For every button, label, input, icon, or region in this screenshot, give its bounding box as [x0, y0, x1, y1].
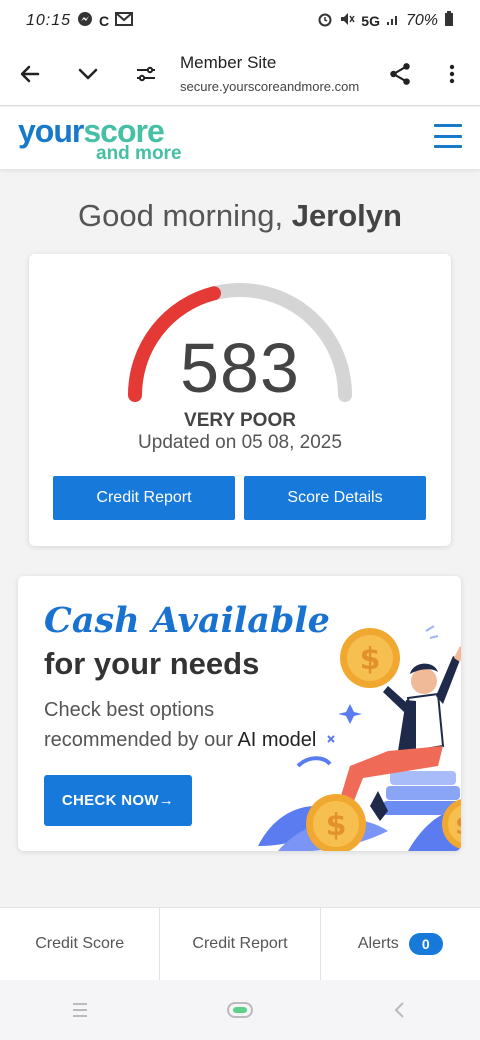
logo-text-your: your	[18, 113, 84, 149]
home-button[interactable]	[210, 990, 270, 1030]
greeting-prefix: Good morning,	[78, 198, 284, 233]
messenger-icon	[77, 11, 93, 32]
back-nav-button[interactable]	[370, 990, 430, 1030]
greeting: Good morning, Jerolyn	[0, 198, 480, 234]
system-navigation-bar	[0, 980, 480, 1040]
page-title-block[interactable]: Member Site secure.yourscoreandmore.com	[180, 53, 378, 94]
back-button[interactable]	[8, 52, 52, 96]
browser-title: Member Site	[180, 53, 277, 72]
collapse-button[interactable]	[66, 52, 110, 96]
recent-apps-button[interactable]	[50, 990, 110, 1030]
browser-toolbar: Member Site secure.yourscoreandmore.com	[0, 42, 480, 106]
signal-icon	[386, 12, 400, 31]
battery-icon	[444, 10, 454, 32]
score-details-button[interactable]: Score Details	[244, 476, 426, 520]
tab-label: Credit Score	[35, 935, 125, 952]
recent-apps-icon	[73, 1003, 87, 1017]
check-now-button[interactable]: CHECK NOW→	[44, 775, 192, 826]
battery-percent: 70%	[405, 12, 438, 29]
svg-text:$: $	[360, 642, 381, 677]
mute-icon	[339, 11, 355, 32]
home-pill-icon	[227, 1002, 253, 1018]
menu-icon[interactable]	[434, 124, 462, 148]
tab-credit-report[interactable]: Credit Report	[160, 908, 321, 980]
promo-line-1: Check best options	[44, 699, 215, 721]
tab-label: Credit Report	[192, 935, 288, 952]
promo-subhead: for your needs	[44, 646, 260, 681]
money-illustration: $ $ $	[258, 625, 461, 851]
browser-url: secure.yourscoreandmore.com	[180, 79, 360, 94]
score-updated-date: Updated on 05 08, 2025	[138, 432, 342, 453]
tab-alerts[interactable]: Alerts 0	[321, 908, 480, 980]
user-name: Jerolyn	[291, 198, 402, 233]
score-card: 583 VERY POOR Updated on 05 08, 2025 Cre…	[29, 254, 451, 546]
tune-icon	[137, 66, 155, 81]
bottom-tab-bar: Credit Score Credit Report Alerts 0	[0, 907, 480, 980]
more-options-button[interactable]	[430, 52, 474, 96]
site-header: yourscore and more	[0, 107, 480, 169]
svg-text:$: $	[326, 808, 347, 843]
share-button[interactable]	[378, 52, 422, 96]
svg-text:$: $	[455, 811, 461, 841]
tab-credit-score[interactable]: Credit Score	[0, 908, 161, 980]
site-settings-button[interactable]	[124, 52, 168, 96]
clock: 10:15	[26, 12, 72, 29]
promo-line-2-prefix: recommended by our	[44, 729, 233, 751]
status-bar: 10:15 C 5G 70%	[0, 0, 480, 42]
back-arrow-icon	[20, 65, 40, 82]
site-logo[interactable]: yourscore and more	[18, 115, 182, 163]
logo-text-and-more: and more	[96, 143, 182, 164]
more-vert-icon	[449, 64, 455, 83]
c-icon: C	[99, 13, 110, 29]
tab-label: Alerts	[357, 935, 399, 952]
alerts-count-badge: 0	[408, 933, 443, 955]
share-icon	[390, 62, 410, 85]
dollar-coin-bottom: $	[306, 794, 366, 851]
network-label: 5G	[361, 13, 380, 29]
credit-score-value: 583	[180, 329, 300, 407]
dollar-coin-large: $	[340, 628, 400, 688]
chevron-down-icon	[78, 68, 98, 79]
cash-available-banner[interactable]: Cash Available for your needs Check best…	[18, 576, 461, 851]
gmail-icon	[115, 11, 134, 31]
alarm-icon	[317, 11, 333, 32]
back-chevron-icon	[394, 1002, 404, 1018]
credit-report-button[interactable]: Credit Report	[53, 476, 235, 520]
score-rating: VERY POOR	[184, 410, 296, 431]
